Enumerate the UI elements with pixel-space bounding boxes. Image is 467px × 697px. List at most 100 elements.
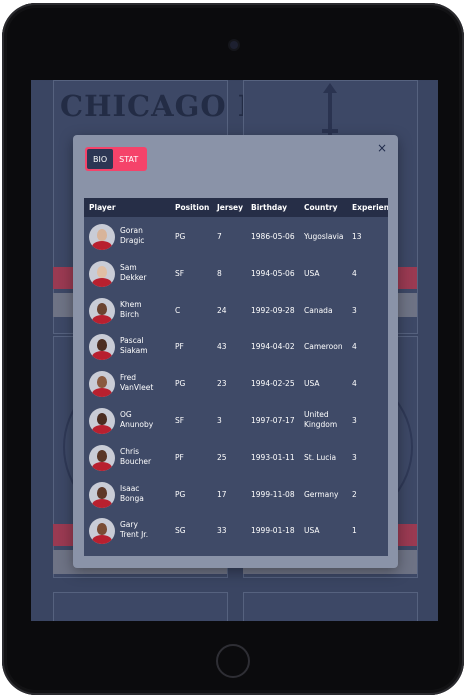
player-avatar: [89, 224, 115, 250]
avatar-head: [97, 265, 107, 278]
avatar-head: [97, 302, 107, 315]
player-country: Yugoslavia: [304, 232, 344, 241]
tab-stat[interactable]: STAT: [113, 149, 144, 169]
player-birthday: 1997-07-17: [251, 416, 295, 425]
player-experience: 3: [352, 416, 357, 425]
header-player[interactable]: Player: [89, 198, 116, 217]
close-icon[interactable]: ×: [376, 142, 388, 154]
player-experience: 13: [352, 232, 362, 241]
player-country: St. Lucia: [304, 452, 337, 462]
tablet-frame: CHICAGO BULLS × BIO STAT Player Position…: [2, 3, 464, 695]
player-modal: × BIO STAT Player Position Jersey Birthd…: [73, 135, 398, 568]
player-last-name: Bonga: [120, 493, 144, 503]
avatar-head: [97, 376, 107, 389]
player-country: USA: [304, 526, 320, 536]
player-birthday: 1986-05-06: [251, 232, 295, 241]
home-button[interactable]: [216, 644, 250, 678]
avatar-head: [97, 486, 107, 499]
player-jersey: 17: [217, 489, 227, 499]
player-avatar: [89, 260, 115, 287]
table-row[interactable]: Chris Boucher PF 25 1993-01-11 St. Lucia 3: [84, 439, 388, 476]
avatar-head: [97, 229, 107, 241]
header-position[interactable]: Position: [175, 198, 209, 217]
player-last-name: Anunoby: [120, 420, 154, 429]
table-row[interactable]: Goran Dragic PG 7 1986-05-06 Yugoslavia 13: [84, 218, 388, 255]
player-position: PF: [175, 342, 184, 352]
player-birthday: 1993-01-11: [251, 452, 295, 462]
player-experience: 2: [352, 489, 357, 499]
player-birthday: 1992-09-28: [251, 305, 295, 315]
avatar-jersey: [92, 351, 112, 361]
tab-switcher: BIO STAT: [85, 147, 147, 171]
player-first-name: Goran: [120, 226, 143, 235]
player-avatar: [89, 518, 115, 545]
avatar-head: [97, 339, 107, 352]
avatar-jersey: [92, 535, 112, 545]
avatar-head: [97, 523, 107, 536]
table-row[interactable]: Pascal Siakam PF 43 1994-04-02 Cameroon 4: [84, 328, 388, 365]
player-position: PG: [175, 232, 186, 241]
player-jersey: 3: [217, 416, 222, 425]
player-country-line2: Kingdom: [304, 420, 338, 429]
player-avatar: [89, 444, 115, 471]
player-position: SF: [175, 268, 185, 278]
player-first-name: Sam: [120, 262, 137, 272]
player-first-name: Fred: [120, 373, 137, 383]
player-birthday: 1999-01-18: [251, 526, 295, 536]
header-jersey[interactable]: Jersey: [217, 198, 243, 217]
avatar-jersey: [92, 425, 112, 434]
player-country: Germany: [304, 489, 339, 499]
avatar-jersey: [92, 388, 112, 398]
player-first-name: Khem: [120, 299, 142, 309]
tab-bio[interactable]: BIO: [87, 149, 114, 169]
player-jersey: 33: [217, 526, 227, 536]
table-row[interactable]: Gary Trent Jr. SG 33 1999-01-18 USA 1: [84, 512, 388, 549]
player-first-name: Isaac: [120, 483, 140, 493]
player-first-name: Pascal: [120, 336, 144, 346]
table-row[interactable]: Isaac Bonga PG 17 1999-11-08 Germany 2: [84, 476, 388, 513]
player-position: C: [175, 305, 181, 315]
player-last-name: Dragic: [120, 236, 145, 245]
player-avatar: [89, 371, 115, 398]
player-jersey: 25: [217, 452, 227, 462]
player-country: Cameroon: [304, 342, 343, 352]
player-birthday: 1999-11-08: [251, 489, 295, 499]
avatar-jersey: [92, 314, 112, 324]
table-row[interactable]: Sam Dekker SF 8 1994-05-06 USA 4: [84, 255, 388, 292]
table-header: Player Position Jersey Birthday Country …: [84, 198, 388, 217]
avatar-head: [97, 413, 107, 425]
player-jersey: 8: [217, 268, 222, 278]
table-row[interactable]: Khem Birch C 24 1992-09-28 Canada 3: [84, 292, 388, 329]
player-first-name: Chris: [120, 446, 140, 456]
player-experience: 4: [352, 342, 357, 352]
player-birthday: 1994-05-06: [251, 268, 295, 278]
player-jersey: 7: [217, 232, 222, 241]
avatar-head: [97, 449, 107, 462]
header-country[interactable]: Country: [304, 198, 338, 217]
player-country: Canada: [304, 305, 333, 315]
avatar-jersey: [92, 461, 112, 471]
player-last-name: VanVleet: [120, 383, 154, 393]
player-position: SF: [175, 416, 185, 425]
player-avatar: [89, 481, 115, 508]
header-birthday[interactable]: Birthday: [251, 198, 287, 217]
player-avatar: [89, 334, 115, 361]
table-row[interactable]: Fred VanVleet PG 23 1994-02-25 USA 4: [84, 365, 388, 402]
player-experience: 4: [352, 379, 357, 389]
table-row[interactable]: OG Anunoby SF 3 1997-07-17 United Kingdom 3: [84, 402, 388, 439]
player-experience: 1: [352, 526, 357, 536]
player-jersey: 43: [217, 342, 227, 352]
player-avatar: [89, 297, 115, 324]
player-first-name: Gary: [120, 520, 138, 530]
player-position: PG: [175, 489, 186, 499]
player-position: SG: [175, 526, 186, 536]
player-last-name: Boucher: [120, 456, 152, 466]
screen: CHICAGO BULLS × BIO STAT Player Position…: [31, 80, 438, 621]
player-experience: 3: [352, 305, 357, 315]
player-birthday: 1994-04-02: [251, 342, 295, 352]
player-last-name: Trent Jr.: [120, 530, 149, 540]
header-experience[interactable]: Experience: [352, 198, 388, 217]
background-card: [53, 592, 228, 621]
player-experience: 4: [352, 268, 357, 278]
player-jersey: 23: [217, 379, 227, 389]
